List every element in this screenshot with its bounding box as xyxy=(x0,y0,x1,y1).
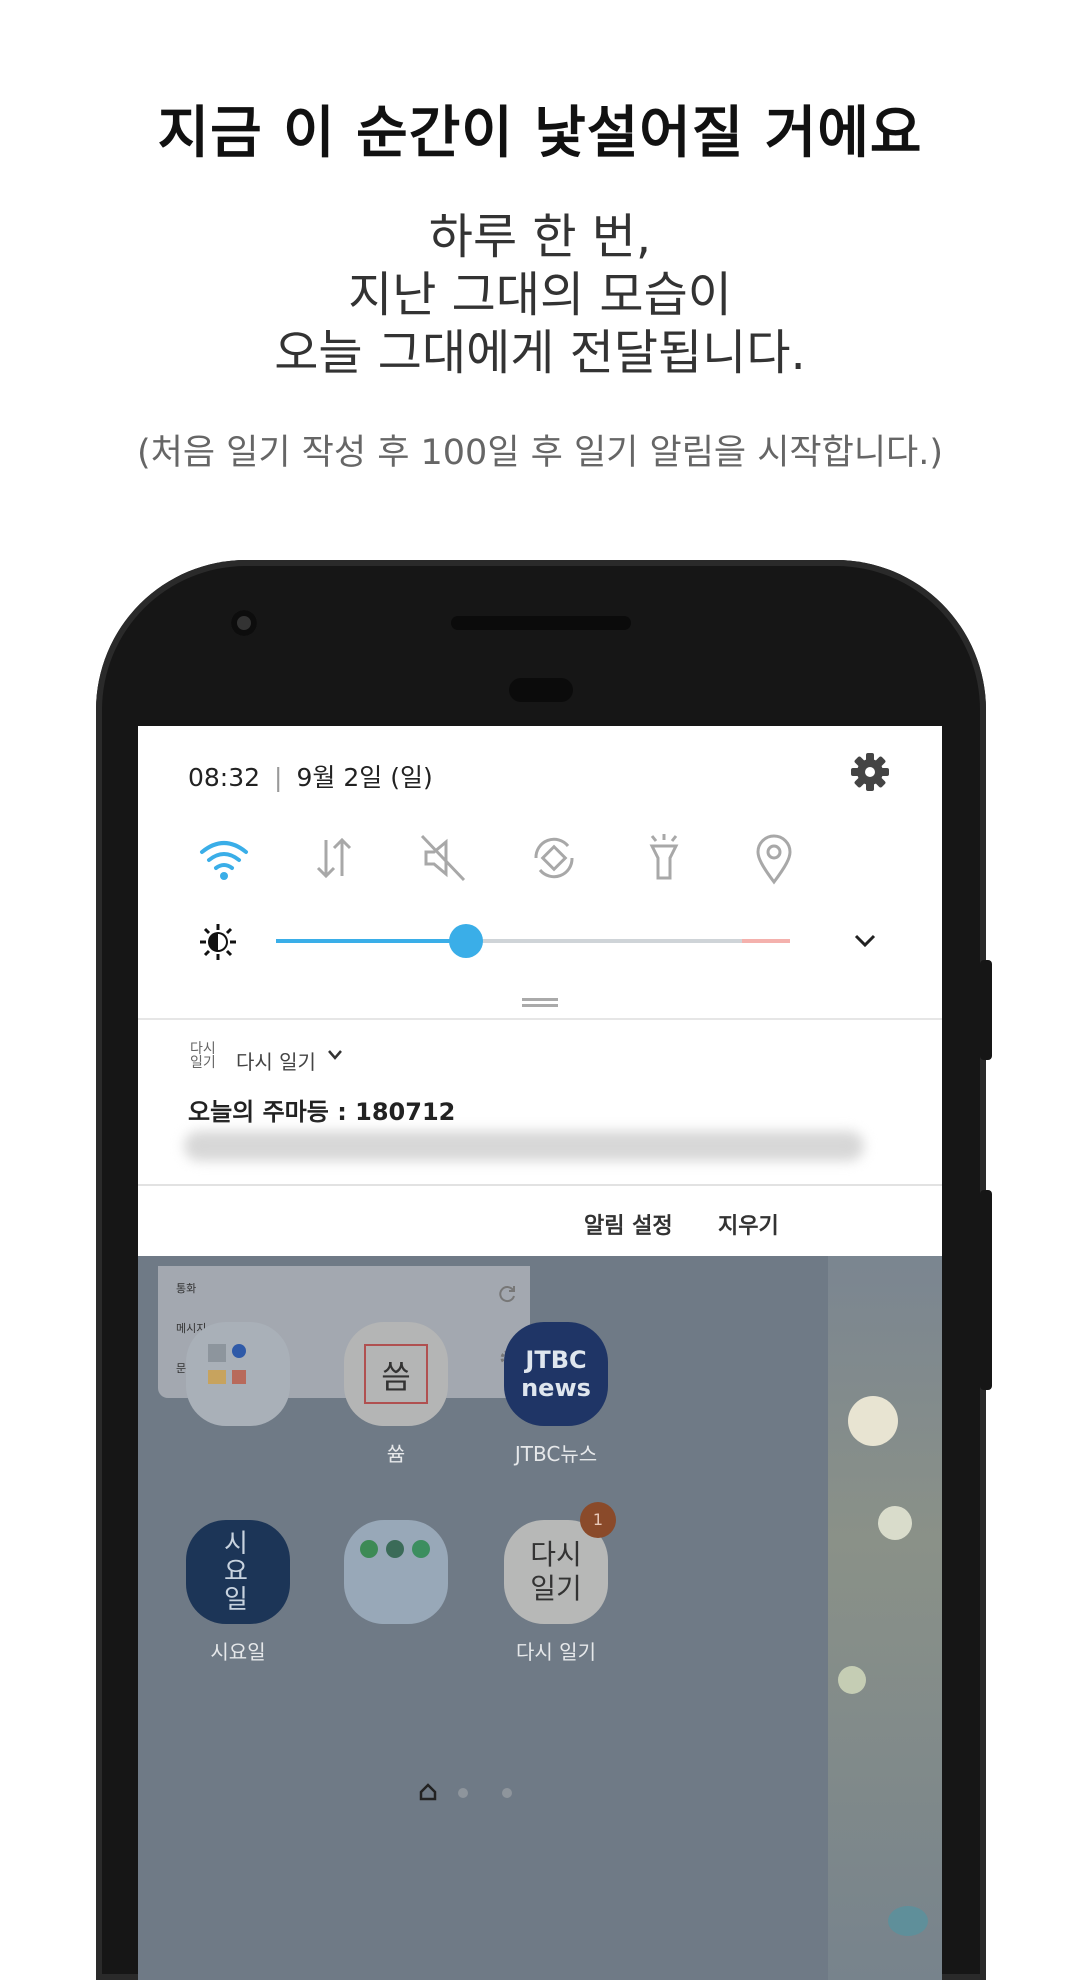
auto-rotate-icon[interactable] xyxy=(524,828,584,888)
siyoil-glyph: 시요일 xyxy=(224,1529,248,1615)
status-date: 9월 2일 (일) xyxy=(296,763,433,792)
promo-subtitle-line: 지난 그대의 모습이 xyxy=(348,267,732,323)
earpiece xyxy=(451,616,631,630)
notification-panel: 08:32 | 9월 2일 (일) 다시 일기 다시 일기 오늘의 주마등: … xyxy=(138,726,942,1256)
promo-subtitle-line: 하루 한 번, xyxy=(428,209,652,265)
home-page-icon[interactable] xyxy=(418,1782,438,1802)
clear-button[interactable]: 지우기 xyxy=(718,1208,779,1240)
promo-subtitle-line: 오늘 그대에게 전달됩니다. xyxy=(274,325,806,381)
page-dot[interactable] xyxy=(458,1788,468,1798)
promo-note: (처음 일기 작성 후 100일 후 일기 알림을 시작합니다.) xyxy=(136,433,944,473)
front-camera xyxy=(231,610,257,636)
notification-badge: 1 xyxy=(580,1502,616,1538)
app-mini-icon: 다시 일기 xyxy=(190,1041,216,1071)
refresh-icon[interactable] xyxy=(498,1284,518,1304)
phone-frame: 통화 메시지 문자 씀 쓤 JTBC news JTBC뉴스 시요일 시요일 xyxy=(96,560,992,1980)
promo-subtitle: 하루 한 번, 지난 그대의 모습이 오늘 그대에게 전달됩니다. xyxy=(0,208,1080,382)
mute-icon[interactable] xyxy=(414,828,474,888)
app-label: 다시 일기 xyxy=(516,1640,596,1664)
status-time: 08:32 xyxy=(188,763,261,792)
notification-title[interactable]: 오늘의 주마등 : 180712 xyxy=(188,1092,455,1127)
phone-side-button xyxy=(980,1190,992,1390)
notification-body-blurred xyxy=(184,1131,864,1161)
phone-side-button xyxy=(980,960,992,1060)
chevron-down-icon[interactable] xyxy=(326,1048,344,1062)
promo-title: 지금 이 순간이 낯설어질 거에요 xyxy=(157,101,923,166)
app-label: 쓤 xyxy=(386,1442,406,1466)
drag-handle[interactable] xyxy=(522,998,558,1001)
brightness-slider[interactable] xyxy=(276,924,790,958)
sseum-glyph: 씀 xyxy=(381,1358,411,1396)
location-icon[interactable] xyxy=(744,828,804,888)
sseum-icon[interactable]: 씀 xyxy=(344,1322,448,1426)
app-label: 시요일 xyxy=(210,1640,266,1664)
sensor xyxy=(509,678,573,702)
notification-app-name: 다시 일기 xyxy=(236,1050,316,1074)
status-row: 08:32 | 9월 2일 (일) xyxy=(188,763,433,792)
gear-icon[interactable] xyxy=(848,750,892,794)
wallpaper-flowers xyxy=(828,1246,942,1980)
app-label: JTBC뉴스 xyxy=(514,1442,598,1466)
flashlight-icon[interactable] xyxy=(634,828,694,888)
page-dot[interactable] xyxy=(502,1788,512,1798)
brightness-icon xyxy=(200,924,236,960)
brightness-slider-fill xyxy=(276,939,466,943)
brightness-slider-warning xyxy=(742,939,790,943)
notification-settings-button[interactable]: 알림 설정 xyxy=(584,1208,673,1240)
data-transfer-icon[interactable] xyxy=(304,828,364,888)
wifi-icon[interactable] xyxy=(194,828,254,888)
widget-row: 통화 xyxy=(176,1282,197,1295)
dasi-ilgi-icon[interactable]: 다시 일기 1 xyxy=(504,1502,616,1624)
jtbc-glyph: JTBC news xyxy=(521,1346,591,1402)
chevron-down-icon[interactable] xyxy=(848,926,882,956)
phone-screen: 통화 메시지 문자 씀 쓤 JTBC news JTBC뉴스 시요일 시요일 xyxy=(138,726,942,1980)
divider xyxy=(138,1184,942,1186)
jtbc-news-icon[interactable]: JTBC news xyxy=(504,1322,608,1426)
brightness-slider-knob[interactable] xyxy=(449,924,483,958)
divider xyxy=(138,1018,942,1020)
messaging-folder-icon[interactable] xyxy=(344,1520,448,1624)
siyoil-icon[interactable]: 시요일 xyxy=(186,1520,290,1624)
folder-icon[interactable] xyxy=(186,1322,290,1426)
dasi-ilgi-glyph: 다시 일기 xyxy=(530,1538,582,1605)
